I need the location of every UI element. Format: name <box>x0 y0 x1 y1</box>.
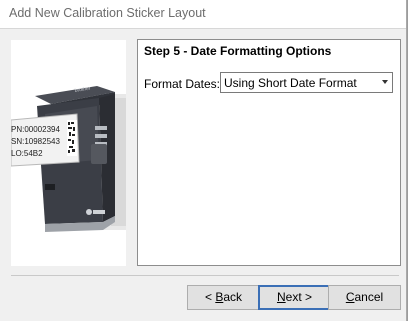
footer-separator <box>11 275 399 276</box>
format-dates-label: Format Dates: <box>144 77 221 91</box>
dialog-window: Add New Calibration Sticker Layout PN:00… <box>0 0 407 321</box>
title-separator <box>0 28 406 29</box>
sticker-text-line2: SN:10982543 <box>11 137 60 146</box>
sticker-text-line1: PN:00002394 <box>11 125 60 134</box>
chevron-down-icon[interactable] <box>382 80 388 84</box>
back-button[interactable]: < Back <box>187 285 260 310</box>
printer-illustration-panel: PN:00002394 SN:10982543 LO:54B2 brother <box>11 40 126 266</box>
window-title: Add New Calibration Sticker Layout <box>9 6 206 20</box>
step-title: Step 5 - Date Formatting Options <box>144 44 332 58</box>
next-button[interactable]: Next > <box>258 285 331 310</box>
step-content-panel: Step 5 - Date Formatting Options Format … <box>137 39 401 266</box>
format-dates-selected-value: Using Short Date Format <box>224 76 357 90</box>
cancel-button[interactable]: Cancel <box>328 285 401 310</box>
label-printer-image: PN:00002394 SN:10982543 LO:54B2 brother <box>11 86 126 232</box>
title-bar: Add New Calibration Sticker Layout <box>0 0 406 28</box>
sticker-text-line3: LO:54B2 <box>11 149 43 158</box>
format-dates-dropdown[interactable]: Using Short Date Format <box>220 72 393 93</box>
